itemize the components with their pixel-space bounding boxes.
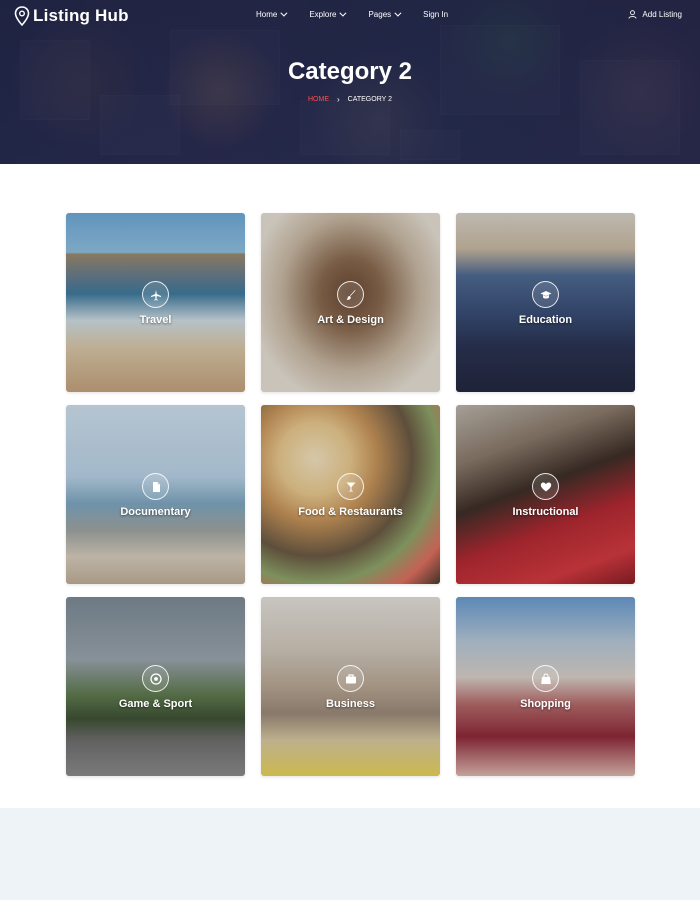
category-card-game-sport[interactable]: Game & Sport — [66, 597, 245, 776]
chevron-down-icon — [339, 9, 347, 17]
category-label: Instructional — [512, 506, 579, 518]
breadcrumb-separator: › — [336, 95, 340, 104]
shopping-bag-icon — [532, 665, 559, 692]
briefcase-icon — [337, 665, 364, 692]
user-icon — [628, 10, 637, 19]
menu-item-home[interactable]: Home — [256, 9, 288, 19]
site-logo[interactable]: Listing Hub — [14, 6, 129, 26]
menu-item-label: Sign In — [423, 10, 449, 19]
category-label: Shopping — [520, 698, 571, 710]
cocktail-icon — [337, 473, 364, 500]
heart-icon — [532, 473, 559, 500]
breadcrumb-home-link[interactable]: HOME — [308, 96, 329, 103]
add-listing-label: Add Listing — [642, 10, 682, 19]
main-menu: Home Explore Pages Sign In — [256, 9, 472, 19]
breadcrumb-current: CATEGORY 2 — [347, 96, 393, 103]
soccer-ball-icon — [142, 665, 169, 692]
graduation-cap-icon — [532, 281, 559, 308]
top-navigation: Listing Hub Home Explore Pages Sign In A… — [0, 0, 700, 32]
footer-band — [0, 808, 700, 900]
menu-item-label: Explore — [309, 10, 337, 19]
chevron-down-icon — [280, 9, 288, 17]
category-card-travel[interactable]: Travel — [66, 213, 245, 392]
category-card-shopping[interactable]: Shopping — [456, 597, 635, 776]
category-label: Education — [518, 314, 573, 326]
chevron-down-icon — [394, 9, 402, 17]
category-card-education[interactable]: Education — [456, 213, 635, 392]
category-label: Art & Design — [317, 314, 384, 326]
add-listing-button[interactable]: Add Listing — [628, 10, 682, 19]
map-pin-icon — [14, 6, 30, 26]
category-card-documentary[interactable]: Documentary — [66, 405, 245, 584]
category-card-business[interactable]: Business — [261, 597, 440, 776]
menu-item-sign-in[interactable]: Sign In — [423, 10, 448, 19]
document-icon — [142, 473, 169, 500]
menu-item-explore[interactable]: Explore — [309, 9, 347, 19]
breadcrumb: HOME › CATEGORY 2 — [0, 95, 700, 104]
site-logo-text: Listing Hub — [33, 6, 129, 25]
page-title: Category 2 — [287, 58, 413, 85]
category-card-instructional[interactable]: Instructional — [456, 405, 635, 584]
category-card-food-restaurants[interactable]: Food & Restaurants — [261, 405, 440, 584]
category-label: Game & Sport — [118, 698, 193, 710]
category-label: Documentary — [120, 506, 191, 518]
category-card-art-design[interactable]: Art & Design — [261, 213, 440, 392]
category-label: Food & Restaurants — [298, 506, 403, 518]
category-label: Business — [326, 698, 375, 710]
page-hero: Listing Hub Home Explore Pages Sign In A… — [0, 0, 700, 164]
plane-icon — [142, 281, 169, 308]
menu-item-pages[interactable]: Pages — [368, 9, 402, 19]
menu-item-label: Home — [256, 10, 278, 19]
menu-item-label: Pages — [368, 10, 392, 19]
brush-icon — [337, 281, 364, 308]
category-label: Travel — [139, 314, 172, 326]
